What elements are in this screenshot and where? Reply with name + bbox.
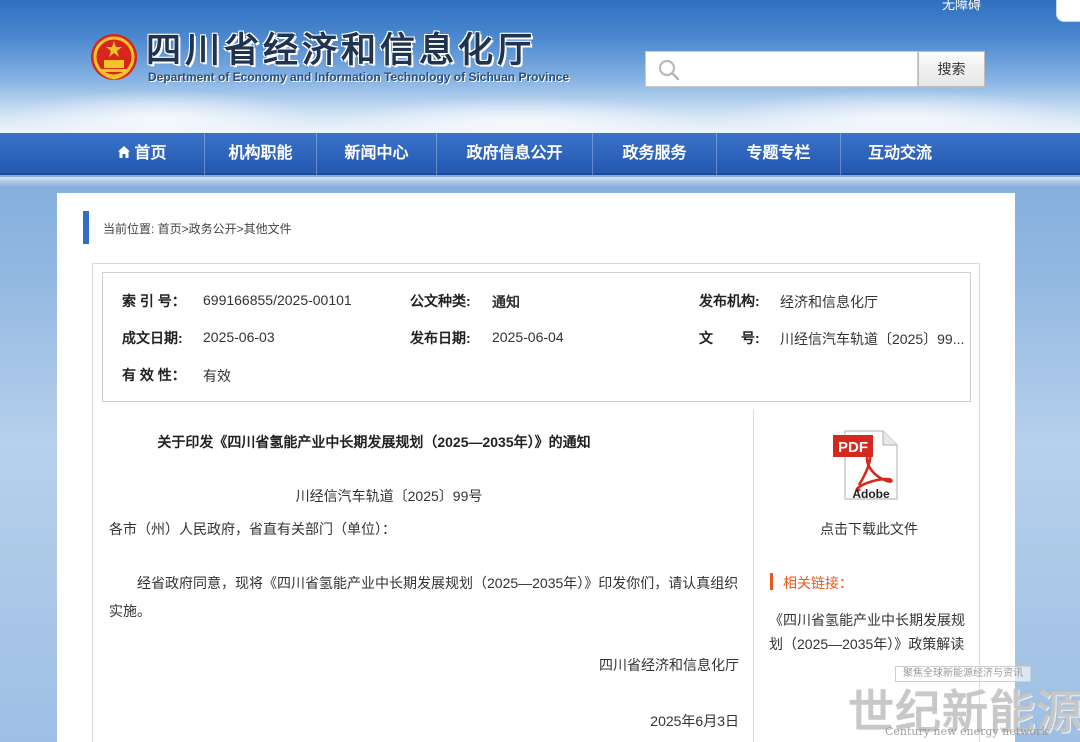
nav-item-topics[interactable]: 专题专栏 xyxy=(717,133,841,175)
nav-item-interaction[interactable]: 互动交流 xyxy=(841,133,959,175)
index-value: 699166855/2025-00101 xyxy=(203,292,352,308)
nav-shadow-strip xyxy=(0,177,1080,187)
accessibility-link[interactable]: 无障碍 xyxy=(942,0,981,13)
search-input[interactable] xyxy=(686,57,911,83)
column-divider xyxy=(753,409,754,742)
created-date-value: 2025-06-03 xyxy=(203,329,275,345)
published-date-label: 发布日期: xyxy=(410,330,471,346)
index-label: 索 引 号： xyxy=(122,293,186,309)
document-title: 关于印发《四川省氢能产业中长期发展规划（2025—2035年）》的通知 xyxy=(157,434,591,450)
document-addressee: 各市（州）人民政府，省直有关部门（单位）： xyxy=(109,521,396,537)
nav-item-services[interactable]: 政务服务 xyxy=(593,133,717,175)
category-label: 公文种类: xyxy=(410,293,471,309)
pdf-icon[interactable]: PDF Adobe xyxy=(831,429,903,501)
document-number: 川经信汽车轨道〔2025〕99号 xyxy=(295,488,483,504)
home-icon xyxy=(118,146,131,158)
related-links-marker xyxy=(770,573,773,590)
search-icon xyxy=(658,59,680,81)
nav-item-organization[interactable]: 机构职能 xyxy=(205,133,317,175)
site-header: 无障碍 四川省经济和信息化厅 Department of Economy and… xyxy=(0,0,1080,133)
document-number-label: 文 号: xyxy=(699,330,760,346)
national-emblem-icon xyxy=(91,34,137,80)
issuer-value: 经济和信息化厅 xyxy=(780,294,878,310)
top-right-tab[interactable] xyxy=(1056,0,1080,22)
nav-item-label: 首页 xyxy=(134,145,167,162)
related-links-heading: 相关链接： xyxy=(783,575,853,591)
search-button[interactable]: 搜索 xyxy=(918,51,985,87)
document-signature: 四川省经济和信息化厅 xyxy=(599,657,739,673)
pdf-badge-text: PDF xyxy=(838,439,868,456)
site-subtitle: Department of Economy and Information Te… xyxy=(148,70,570,84)
related-link-policy-interpretation[interactable]: 《四川省氢能产业中长期发展规划（2025—2035年）》政策解读 xyxy=(769,608,969,656)
validity-value: 有效 xyxy=(203,368,231,384)
download-file-link[interactable]: 点击下载此文件 xyxy=(809,519,929,539)
main-nav: 首页 机构职能 新闻中心 政府信息公开 政务服务 专题专栏 互动交流 xyxy=(0,133,1080,175)
breadcrumb[interactable]: 当前位置: 首页>政务公开>其他文件 xyxy=(103,220,292,237)
validity-label: 有 效 性： xyxy=(122,367,186,383)
created-date-label: 成文日期: xyxy=(122,330,183,346)
published-date-value: 2025-06-04 xyxy=(492,329,564,345)
adobe-brand-text: Adobe xyxy=(852,487,890,501)
watermark-subtitle: Century new energy network xyxy=(885,725,1049,738)
document-number-value: 川经信汽车轨道〔2025〕99... xyxy=(780,331,965,347)
nav-item-home[interactable]: 首页 xyxy=(80,133,205,175)
nav-item-gov-info[interactable]: 政府信息公开 xyxy=(437,133,593,175)
document-info-table: 索 引 号： 699166855/2025-00101 公文种类: 通知 发布机… xyxy=(102,272,971,402)
breadcrumb-marker xyxy=(83,211,89,244)
nav-item-news[interactable]: 新闻中心 xyxy=(317,133,437,175)
site-title[interactable]: 四川省经济和信息化厅 xyxy=(146,32,536,70)
category-value: 通知 xyxy=(492,294,520,310)
content-panel: 当前位置: 首页>政务公开>其他文件 索 引 号： 699166855/2025… xyxy=(57,193,1015,742)
document-body: 经省政府同意，现将《四川省氢能产业中长期发展规划（2025—2035年）》印发你… xyxy=(109,575,739,619)
search-box xyxy=(645,51,918,87)
document-date: 2025年6月3日 xyxy=(650,713,739,729)
issuer-label: 发布机构: xyxy=(699,293,760,309)
